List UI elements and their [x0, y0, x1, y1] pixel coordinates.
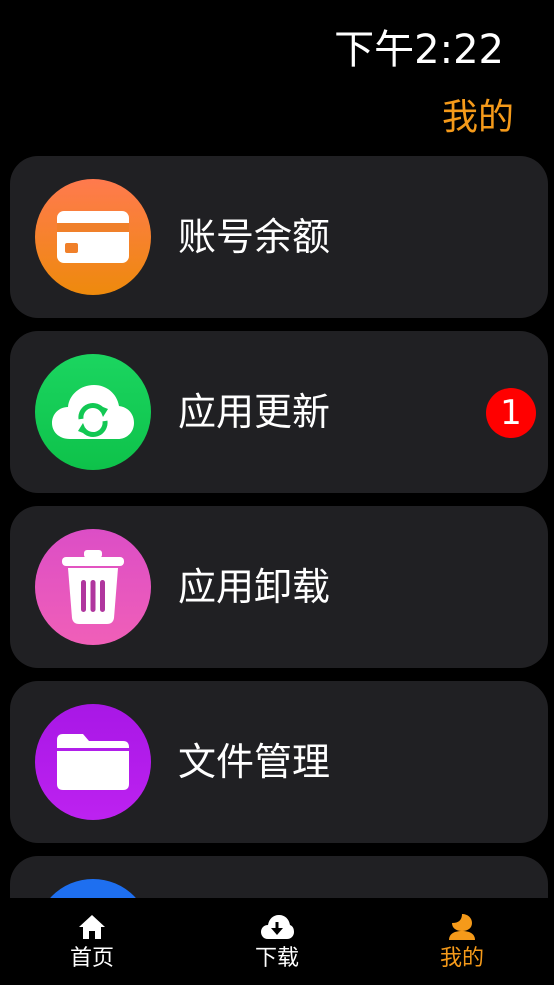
nav-label: 下载	[254, 946, 299, 971]
nav-label: 首页	[69, 946, 114, 971]
status-time: 下午2:22	[334, 27, 504, 73]
screen: 下午2:22 我的 账号余额 应用更新 1 应用卸载 文件管理 首页 下载 我的	[0, 0, 554, 985]
account-balance-icon-circle	[35, 179, 151, 295]
update-count-badge: 1	[486, 388, 536, 438]
menu-item-file-manager[interactable]: 文件管理	[10, 681, 548, 843]
menu-item-label: 文件管理	[178, 740, 331, 784]
menu-item-label: 应用卸载	[178, 565, 331, 609]
folder-icon	[57, 734, 129, 790]
app-uninstall-icon-circle	[35, 529, 151, 645]
home-icon	[78, 912, 106, 942]
menu-item-app-update[interactable]: 应用更新 1	[10, 331, 548, 493]
cloud-download-icon	[260, 912, 294, 942]
nav-mine[interactable]: 我的	[392, 898, 532, 985]
cloud-sync-icon	[52, 385, 134, 439]
menu-item-account-balance[interactable]: 账号余额	[10, 156, 548, 318]
app-update-icon-circle	[35, 354, 151, 470]
nav-home[interactable]: 首页	[22, 898, 162, 985]
page-title: 我的	[441, 97, 514, 138]
trash-icon	[62, 550, 124, 624]
file-manager-icon-circle	[35, 704, 151, 820]
bottom-nav: 首页 下载 我的	[0, 898, 554, 985]
menu-item-label: 账号余额	[178, 215, 331, 259]
nav-label: 我的	[439, 946, 484, 971]
menu-item-label: 应用更新	[178, 390, 331, 434]
menu-item-app-uninstall[interactable]: 应用卸载	[10, 506, 548, 668]
wallet-card-icon	[57, 211, 129, 263]
person-icon	[448, 912, 476, 942]
nav-download[interactable]: 下载	[207, 898, 347, 985]
